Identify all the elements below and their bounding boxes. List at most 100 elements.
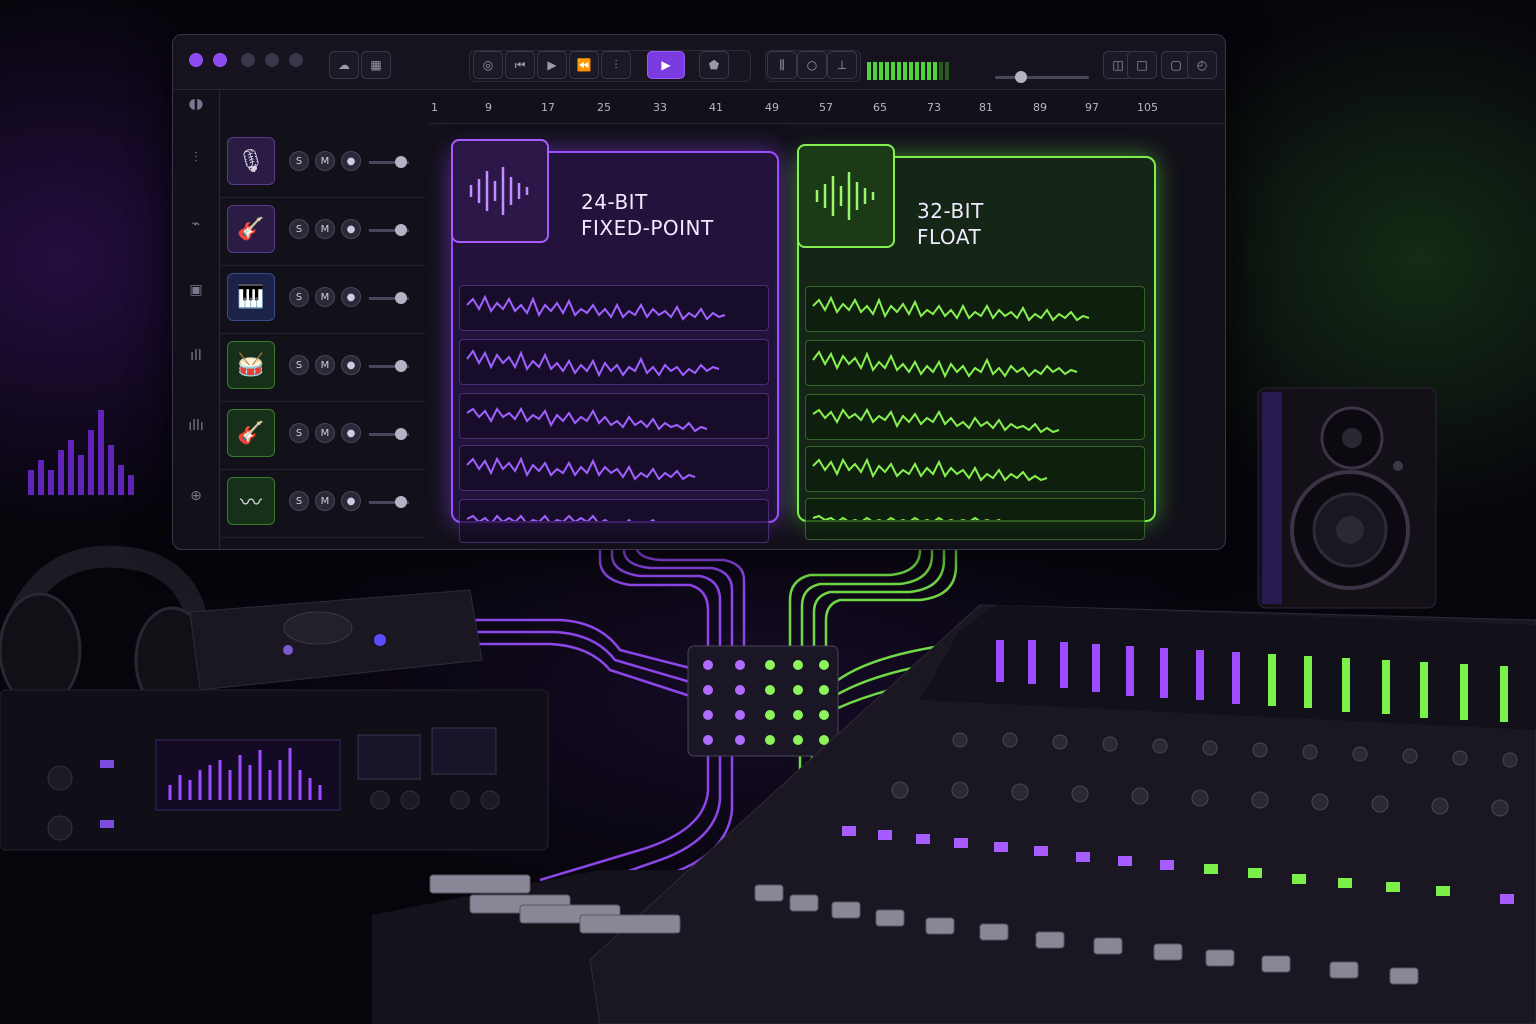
waves-icon[interactable]: ıllı (185, 415, 207, 437)
mute-button[interactable]: M (315, 151, 335, 171)
headphones (0, 545, 211, 714)
marker-icon[interactable]: ⫶ (601, 51, 631, 79)
audio-wave-icon[interactable]: ◖◗ (185, 93, 207, 115)
fader-knob[interactable] (395, 292, 407, 304)
track-row[interactable]: 🎸 S M ● (219, 401, 425, 470)
window-dot[interactable] (265, 53, 279, 67)
daw-window: ☁ ▦ ◎ ⏮ ▶ ⏪ ⫶ ▶ ⬟ ⫼ ○ ⊥ ◫ □ ▢ ◴ ◖◗ ⫶ ⌁ ▣… (172, 34, 1226, 550)
grid-icon[interactable]: ▦ (361, 51, 391, 79)
record-arm-button[interactable]: ● (341, 491, 361, 511)
record-arm-button[interactable]: ● (341, 287, 361, 307)
mute-button[interactable]: M (315, 423, 335, 443)
window-dot[interactable] (289, 53, 303, 67)
trim-icon[interactable]: ⫼ (767, 51, 797, 79)
wave-icon[interactable]: ⊥ (827, 51, 857, 79)
daw-sidebar: ◖◗ ⫶ ⌁ ▣ ıll ıllı ⊕ (173, 89, 220, 549)
piano-icon[interactable]: 🎹 (227, 273, 275, 321)
fader-knob[interactable] (395, 428, 407, 440)
track-row[interactable]: 🎸 S M ● (219, 197, 425, 266)
ruler-tick: 73 (927, 101, 941, 114)
microphone-icon[interactable]: 🎙 (227, 137, 275, 185)
fader-knob[interactable] (395, 360, 407, 372)
solo-button[interactable]: S (289, 287, 309, 307)
purple-waveforms (466, 294, 726, 521)
ruler-tick: 81 (979, 101, 993, 114)
track-volume-fader[interactable] (369, 360, 409, 372)
window-dot[interactable] (189, 53, 203, 67)
level-bars (28, 410, 134, 495)
track-row[interactable]: 〰 S M ● (219, 469, 425, 538)
track-volume-fader[interactable] (369, 496, 409, 508)
solo-button[interactable]: S (289, 219, 309, 239)
solo-button[interactable]: S (289, 423, 309, 443)
ruler-tick: 17 (541, 101, 555, 114)
waveform-icon[interactable]: 〰 (227, 477, 275, 525)
settings-icon[interactable]: ◴ (1187, 51, 1217, 79)
solo-button[interactable]: S (289, 355, 309, 375)
ruler-tick: 1 (431, 101, 438, 114)
play-button[interactable]: ▶ (647, 51, 685, 79)
track-row[interactable]: 🎹 S M ● (219, 265, 425, 334)
record-arm-button[interactable]: ● (341, 151, 361, 171)
ruler-tick: 9 (485, 101, 492, 114)
mute-button[interactable]: M (315, 491, 335, 511)
solo-button[interactable]: S (289, 151, 309, 171)
slider-knob[interactable] (1015, 71, 1027, 83)
track-volume-fader[interactable] (369, 292, 409, 304)
record-arm-button[interactable]: ● (341, 355, 361, 375)
tag-icon[interactable]: ⬟ (699, 51, 729, 79)
fader-knob[interactable] (395, 156, 407, 168)
daw-toolbar: ☁ ▦ ◎ ⏮ ▶ ⏪ ⫶ ▶ ⬟ ⫼ ○ ⊥ ◫ □ ▢ ◴ (173, 35, 1225, 90)
track-volume-fader[interactable] (369, 428, 409, 440)
fader-knob[interactable] (395, 224, 407, 236)
play-icon[interactable]: ▶ (537, 51, 567, 79)
link-icon[interactable]: ⌁ (185, 213, 207, 235)
record-arm-button[interactable]: ● (341, 219, 361, 239)
rack-unit (0, 689, 549, 851)
purple-waveform (4, 130, 134, 410)
track-row[interactable]: 🎙 S M ● (219, 129, 425, 198)
window-dot[interactable] (213, 53, 227, 67)
cloud-icon[interactable]: ☁ (329, 51, 359, 79)
track-volume-fader[interactable] (369, 156, 409, 168)
mute-button[interactable]: M (315, 219, 335, 239)
fader-knob[interactable] (395, 496, 407, 508)
record-icon[interactable]: ○ (797, 51, 827, 79)
fixed-point-format-card[interactable]: 24-BIT FIXED-POINT (451, 139, 779, 543)
ruler-tick: 33 (653, 101, 667, 114)
audio-interface (189, 589, 483, 691)
drums-icon[interactable]: 🥁 (227, 341, 275, 389)
green-waveforms (812, 295, 1090, 520)
guitar-icon[interactable]: 🎸 (227, 205, 275, 253)
ruler-tick: 105 (1137, 101, 1158, 114)
skip-back-icon[interactable]: ⏪ (569, 51, 599, 79)
bars-icon[interactable]: ıll (185, 345, 207, 367)
ruler-tick: 89 (1033, 101, 1047, 114)
timeline-ruler[interactable]: 1 9 17 25 33 41 49 57 65 73 81 89 97 105 (429, 89, 1225, 124)
plugin-icon[interactable]: ▣ (185, 279, 207, 301)
track-row[interactable]: 🥁 S M ● (219, 333, 425, 402)
loop-icon[interactable]: ◎ (473, 51, 503, 79)
window-icon[interactable]: □ (1127, 51, 1157, 79)
green-waveform (1238, 145, 1526, 413)
ruler-tick: 41 (709, 101, 723, 114)
ruler-tick: 25 (597, 101, 611, 114)
track-volume-fader[interactable] (369, 224, 409, 236)
solo-button[interactable]: S (289, 491, 309, 511)
rewind-icon[interactable]: ⏮ (505, 51, 535, 79)
patch-matrix (687, 645, 839, 757)
float-format-card[interactable]: 32-BIT FLOAT (797, 144, 1156, 540)
ruler-tick: 65 (873, 101, 887, 114)
export-icon[interactable]: ⊕ (185, 485, 207, 507)
guitar-icon[interactable]: 🎸 (227, 409, 275, 457)
output-level-meter (867, 62, 949, 80)
ruler-tick: 97 (1085, 101, 1099, 114)
record-arm-button[interactable]: ● (341, 423, 361, 443)
mute-button[interactable]: M (315, 287, 335, 307)
window-dot[interactable] (241, 53, 255, 67)
waveform-icon[interactable]: ⫶ (185, 147, 207, 169)
ruler-tick: 49 (765, 101, 779, 114)
master-volume-slider[interactable] (995, 71, 1089, 83)
ruler-tick: 57 (819, 101, 833, 114)
mute-button[interactable]: M (315, 355, 335, 375)
